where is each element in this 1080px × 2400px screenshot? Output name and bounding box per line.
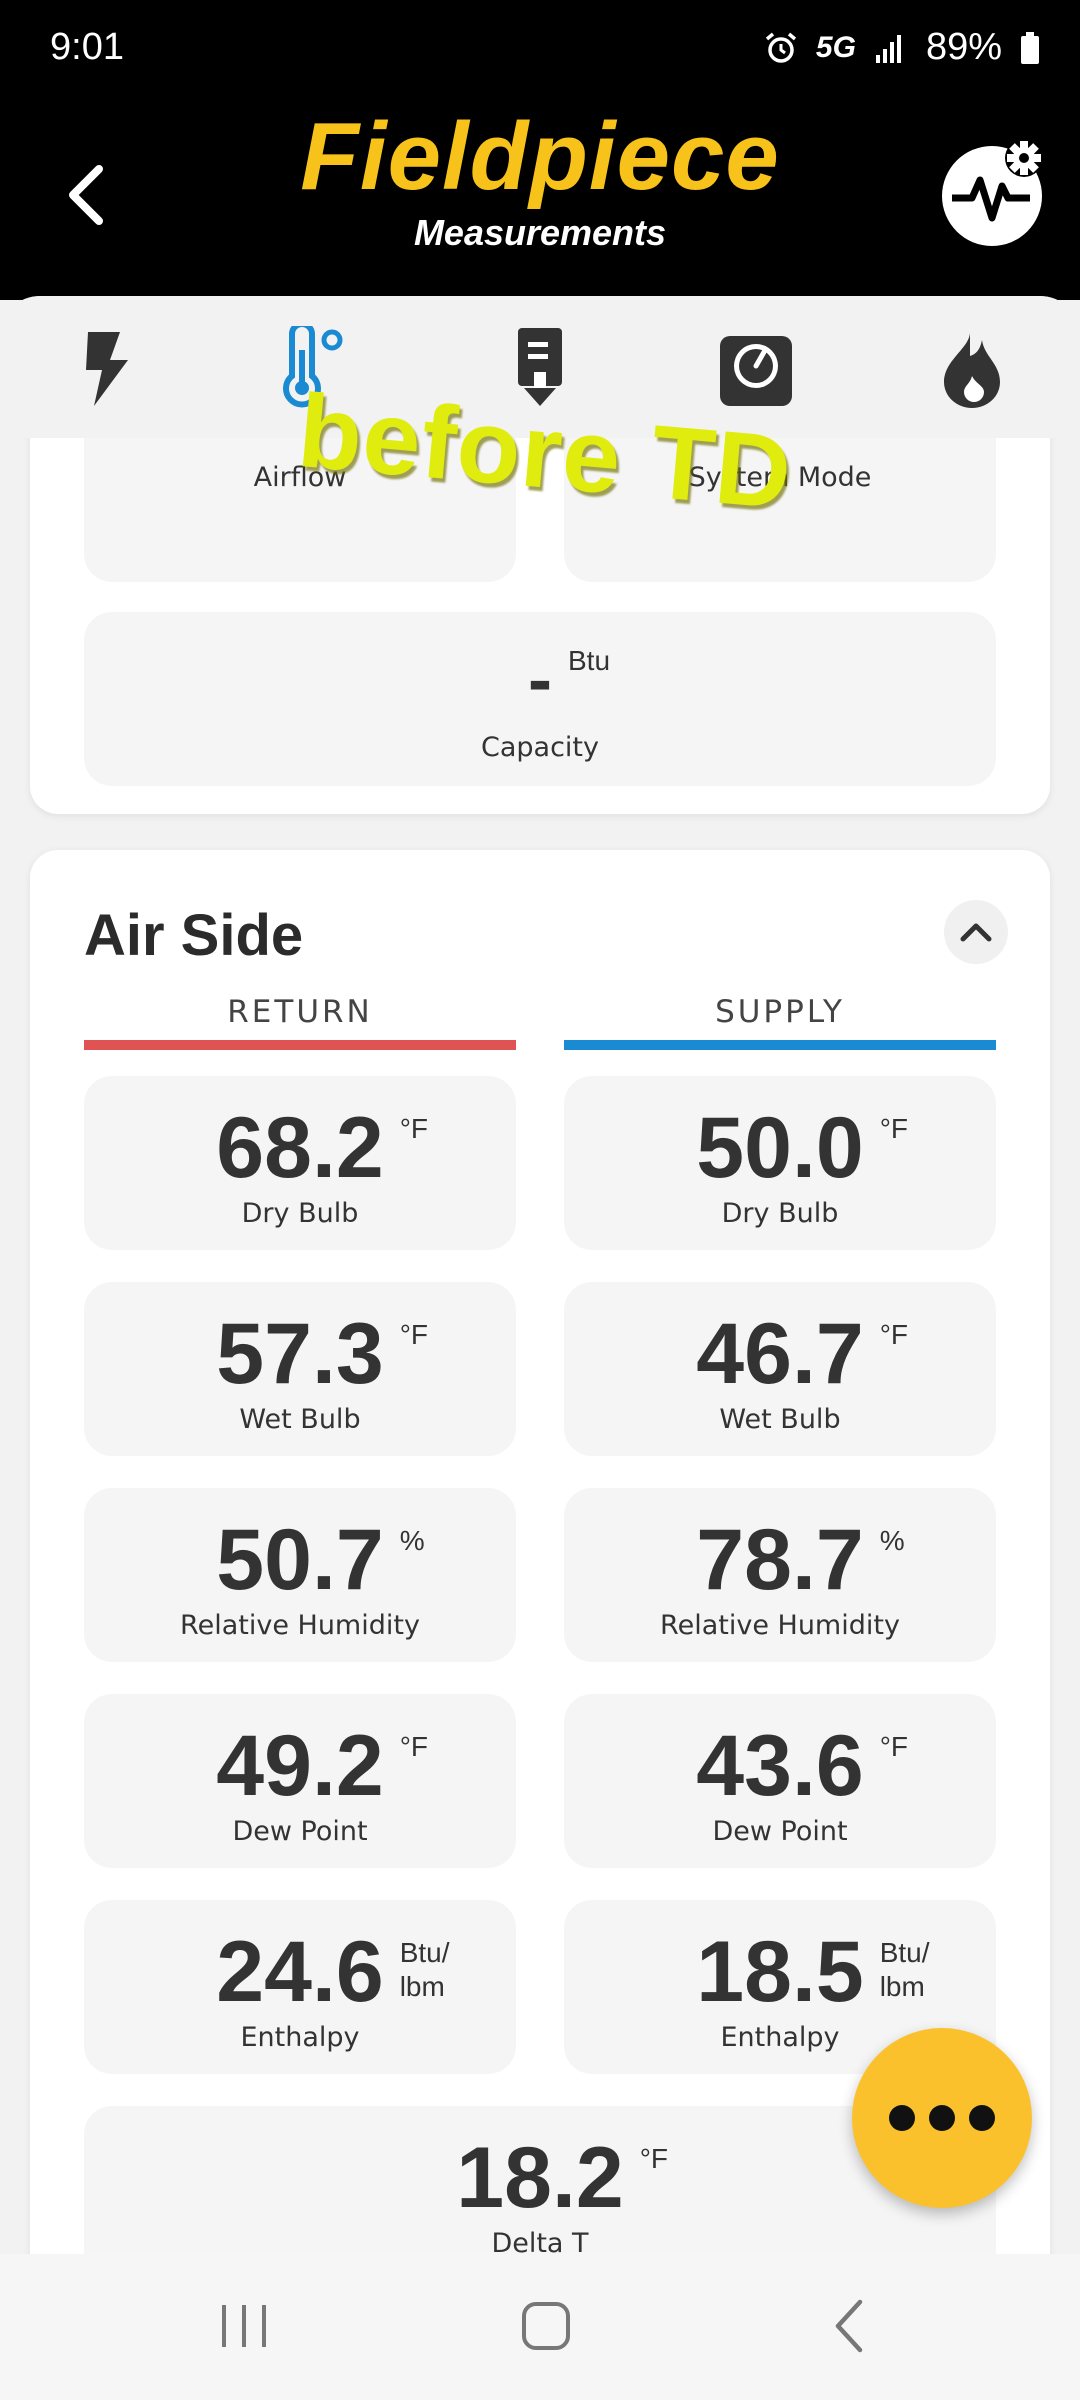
- supply-dry-bulb-tile[interactable]: 50.0 °F Dry Bulb: [564, 1076, 996, 1250]
- more-dots-icon: [889, 2105, 915, 2131]
- capacity-value: -: [528, 640, 552, 720]
- supply-relative-humidity-tile[interactable]: 78.7% Relative Humidity: [564, 1488, 996, 1662]
- reading-label: Dew Point: [712, 1816, 848, 1847]
- capacity-label: Capacity: [481, 732, 599, 763]
- chevron-up-icon: [960, 923, 992, 942]
- reading-value: 18.2: [456, 2130, 624, 2226]
- return-column-header: RETURN: [227, 994, 373, 1030]
- status-icons: 5G 89%: [764, 26, 1040, 69]
- reading-unit: Btu/ lbm: [879, 1937, 930, 2002]
- section-title: Air Side: [84, 903, 304, 968]
- reading-label: Wet Bulb: [239, 1404, 361, 1435]
- reading-value: 43.6: [696, 1718, 864, 1814]
- reading-label: Dew Point: [232, 1816, 368, 1847]
- reading-unit: °F: [879, 1113, 908, 1144]
- supply-column-header: SUPPLY: [715, 994, 845, 1030]
- reading-value: 78.7: [696, 1512, 864, 1608]
- status-time: 9:01: [50, 26, 124, 68]
- reading-value: 18.5: [696, 1924, 864, 2020]
- reading-unit: °F: [879, 1731, 908, 1762]
- reading-label: Wet Bulb: [719, 1404, 841, 1435]
- return-dew-point-tile[interactable]: 49.2 °F Dew Point: [84, 1694, 516, 1868]
- reading-value: 49.2: [216, 1718, 384, 1814]
- supply-color-bar: [564, 1040, 996, 1050]
- measurements-sheet: ENTER Airflow COOL System Mode - Btu Cap…: [0, 296, 1080, 2254]
- page-title: Measurements: [413, 212, 667, 253]
- network-type: 5G: [815, 30, 856, 64]
- return-color-bar: [84, 1040, 516, 1050]
- reading-label: Dry Bulb: [241, 1198, 359, 1229]
- reading-label: Dry Bulb: [721, 1198, 839, 1229]
- back-chevron-icon: [835, 2299, 863, 2353]
- tab-combustion[interactable]: [930, 326, 1014, 410]
- reading-unit: %: [399, 1525, 425, 1556]
- reading-label: Delta T: [491, 2228, 589, 2254]
- reading-unit: %: [879, 1525, 905, 1556]
- return-relative-humidity-tile[interactable]: 50.7% Relative Humidity: [84, 1488, 516, 1662]
- reading-unit: °F: [399, 1319, 428, 1350]
- reading-value: 24.6: [216, 1924, 384, 2020]
- alarm-icon: [765, 32, 797, 63]
- system-back-button[interactable]: [810, 2294, 890, 2358]
- return-wet-bulb-tile[interactable]: 57.3 °F Wet Bulb: [84, 1282, 516, 1456]
- reading-unit: °F: [879, 1319, 908, 1350]
- recents-icon: [222, 2305, 266, 2347]
- status-bar: 9:01 5G 89%: [0, 0, 1080, 100]
- reading-value: 68.2: [216, 1100, 384, 1196]
- battery-percent: 89%: [925, 26, 1002, 68]
- reading-value: 50.0: [696, 1100, 864, 1196]
- capacity-unit: Btu: [567, 645, 611, 676]
- more-dots-icon: [969, 2105, 995, 2131]
- scroll-viewport[interactable]: ENTER Airflow COOL System Mode - Btu Cap…: [0, 438, 1080, 2254]
- reading-label: Relative Humidity: [180, 1610, 420, 1641]
- return-dry-bulb-tile[interactable]: 68.2 °F Dry Bulb: [84, 1076, 516, 1250]
- recent-apps-button[interactable]: [204, 2294, 284, 2358]
- battery-icon: [1021, 31, 1039, 64]
- signal-icon: [875, 34, 901, 63]
- pulse-gear-icon: [942, 139, 1043, 246]
- tab-electrical[interactable]: [66, 326, 150, 410]
- tab-pressure[interactable]: [714, 326, 798, 410]
- return-enthalpy-tile[interactable]: 24.6 Btu/ lbm Enthalpy: [84, 1900, 516, 2074]
- flame-icon: [944, 332, 1000, 408]
- reading-unit: Btu/ lbm: [399, 1937, 450, 2002]
- gauge-icon: [720, 336, 792, 406]
- brand-logo: Fieldpiece: [300, 103, 780, 210]
- capacity-tile[interactable]: - Btu Capacity: [84, 612, 996, 786]
- reading-label: Enthalpy: [240, 2022, 360, 2053]
- reading-value: 57.3: [216, 1306, 384, 1402]
- collapse-button[interactable]: [944, 900, 1008, 964]
- reading-value: 50.7: [216, 1512, 384, 1608]
- reading-label: Relative Humidity: [660, 1610, 900, 1641]
- more-options-button[interactable]: [852, 2028, 1032, 2208]
- home-button[interactable]: [506, 2294, 586, 2358]
- measurement-settings-button[interactable]: [938, 136, 1050, 248]
- reading-unit: °F: [639, 2143, 668, 2174]
- supply-wet-bulb-tile[interactable]: 46.7 °F Wet Bulb: [564, 1282, 996, 1456]
- system-nav-bar: [0, 2254, 1080, 2400]
- reading-unit: °F: [399, 1113, 428, 1144]
- app-header: Fieldpiece Measurements: [0, 100, 1080, 300]
- home-icon: [522, 2302, 570, 2350]
- reading-value: 46.7: [696, 1306, 864, 1402]
- reading-unit: °F: [399, 1731, 428, 1762]
- more-dots-icon: [929, 2105, 955, 2131]
- supply-dew-point-tile[interactable]: 43.6 °F Dew Point: [564, 1694, 996, 1868]
- lightning-icon: [86, 332, 128, 406]
